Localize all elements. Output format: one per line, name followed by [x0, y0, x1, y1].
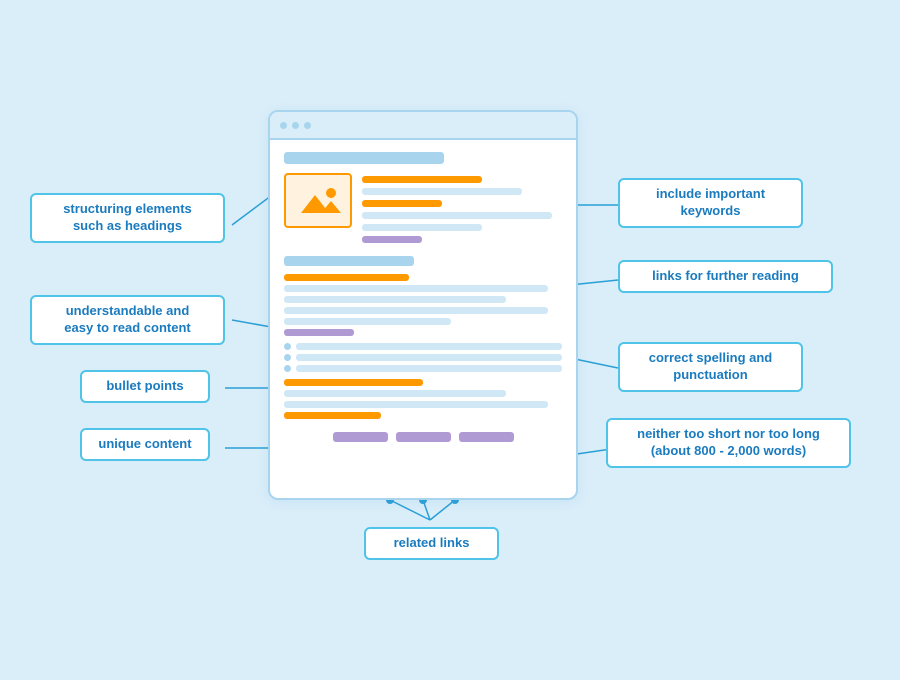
- top-section: [284, 173, 562, 243]
- footer-link-1: [333, 432, 388, 442]
- image-placeholder: [284, 173, 352, 228]
- line-gray-8: [284, 390, 506, 397]
- label-links-further: links for further reading: [618, 260, 833, 293]
- label-include-keywords: include importantkeywords: [618, 178, 803, 228]
- browser-mockup: [268, 110, 578, 500]
- line-gray-3: [362, 224, 482, 231]
- bullet-line-2: [296, 354, 562, 361]
- line-orange-3: [284, 274, 409, 281]
- line-orange-1: [362, 176, 482, 183]
- bullet-section: [284, 343, 562, 372]
- footer-link-2: [396, 432, 451, 442]
- line-gray-5: [284, 296, 506, 303]
- browser-content: [270, 140, 576, 454]
- line-orange-4: [284, 379, 423, 386]
- bullet-row-3: [284, 365, 562, 372]
- label-bullet-points: bullet points: [80, 370, 210, 403]
- line-gray-4: [284, 285, 548, 292]
- content-lines: [284, 274, 562, 336]
- bullet-dot-3: [284, 365, 291, 372]
- label-neither-too-short: neither too short nor too long(about 800…: [606, 418, 851, 468]
- bullet-line-1: [296, 343, 562, 350]
- label-related-links: related links: [364, 527, 499, 560]
- label-correct-spelling: correct spelling andpunctuation: [618, 342, 803, 392]
- browser-dot-1: [280, 122, 287, 129]
- browser-titlebar: [270, 112, 576, 140]
- line-gray-2: [362, 212, 552, 219]
- content-lines-2: [284, 379, 562, 419]
- bullet-row-1: [284, 343, 562, 350]
- label-structuring: structuring elementssuch as headings: [30, 193, 225, 243]
- label-understandable: understandable andeasy to read content: [30, 295, 225, 345]
- line-orange-2: [362, 200, 442, 207]
- browser-dot-2: [292, 122, 299, 129]
- line-purple-2: [284, 329, 354, 336]
- line-orange-5: [284, 412, 381, 419]
- bullet-dot-2: [284, 354, 291, 361]
- sub-heading-bar: [284, 256, 414, 266]
- label-unique-content: unique content: [80, 428, 210, 461]
- line-gray-7: [284, 318, 451, 325]
- line-gray-1: [362, 188, 522, 195]
- line-gray-6: [284, 307, 548, 314]
- line-purple-1: [362, 236, 422, 243]
- bullet-dot-1: [284, 343, 291, 350]
- bullet-row-2: [284, 354, 562, 361]
- bullet-line-3: [296, 365, 562, 372]
- browser-dot-3: [304, 122, 311, 129]
- footer-links: [284, 432, 562, 442]
- page-title-bar: [284, 152, 444, 164]
- line-gray-9: [284, 401, 548, 408]
- top-lines: [362, 173, 562, 243]
- footer-link-3: [459, 432, 514, 442]
